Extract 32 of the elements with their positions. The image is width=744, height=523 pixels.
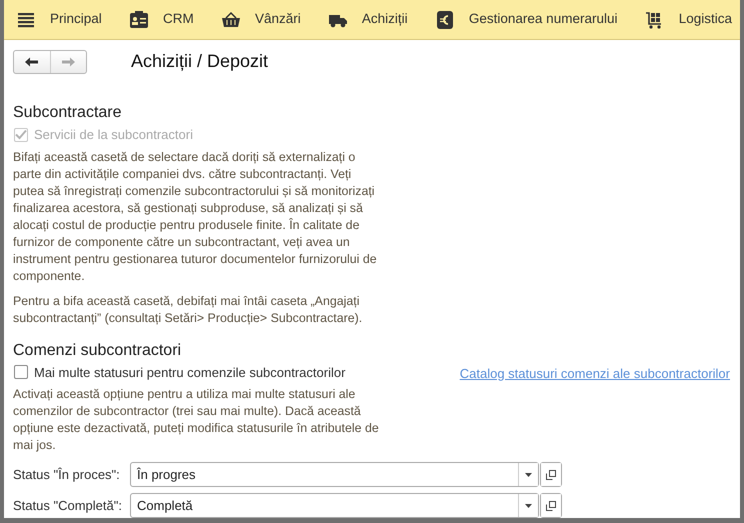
caret-icon	[525, 472, 532, 476]
menu-item[interactable]: Gestionarea numerarului	[434, 9, 618, 30]
contact-card-icon	[128, 10, 149, 28]
dropdown-button[interactable]	[518, 494, 538, 517]
menu-item[interactable]: Logistica	[644, 9, 732, 30]
open-button[interactable]	[541, 494, 561, 517]
description-text: Activați această opțiune pentru a utiliza mai multe statusuri ale comenzilor de subcontractor (trei sau mai multe). Dacă această opțiune este dezactivată, puteți modifica statusurile în atributele de mai jos.	[13, 386, 380, 454]
basket-icon	[220, 10, 241, 28]
caret-icon	[525, 504, 532, 508]
menu-item[interactable]: Achiziții	[328, 9, 408, 30]
section-heading: Comenzi subcontractori	[13, 340, 182, 360]
open-button[interactable]	[541, 463, 561, 486]
menu-item[interactable]: Principal	[16, 9, 102, 30]
menu-item[interactable]: Vânzări	[220, 9, 301, 30]
checkbox-option[interactable]: Mai multe statusuri pentru comenzile subcontractorilor	[14, 362, 346, 382]
section-heading: Subcontractare	[13, 103, 123, 123]
field-label: Status "Completă":	[13, 496, 123, 515]
field-label: Status "În proces":	[13, 466, 121, 484]
page-title: Achiziții / Depozit	[131, 50, 268, 73]
open-window-icon	[546, 500, 556, 510]
right-arrow-icon	[60, 56, 77, 68]
left-arrow-icon	[23, 56, 40, 68]
euro-icon	[434, 10, 455, 28]
description-text: Bifați această casetă de selectare dacă doriți să externalizați o parte din activitățile companiei dvs. către subcontractanți. Veți putea să înregistrați comenzile subcontractorului și să monitorizați finalizarea acestora, să gestionați subproduse, să analizați și să alocați costul de producție pentru produsele finite. În calitate de furnizor de componente către un subcontractant, veți avea un instrument pentru gestionarea tuturor documentelor furnizorului de componente.	[13, 148, 378, 284]
select-field[interactable]: În progres	[130, 462, 539, 487]
select-field[interactable]: Completă	[130, 493, 539, 518]
description-text: Pentru a bifa această casetă, debifați mai întâi caseta „Angajați subcontractanți” (consultați Setări> Producție> Subcontractare).	[13, 292, 364, 326]
menu-item[interactable]: CRM	[128, 9, 194, 30]
dropdown-button[interactable]	[518, 463, 538, 486]
menu-icon	[16, 10, 36, 28]
checkbox[interactable]	[14, 365, 28, 380]
open-window-icon	[546, 470, 556, 480]
